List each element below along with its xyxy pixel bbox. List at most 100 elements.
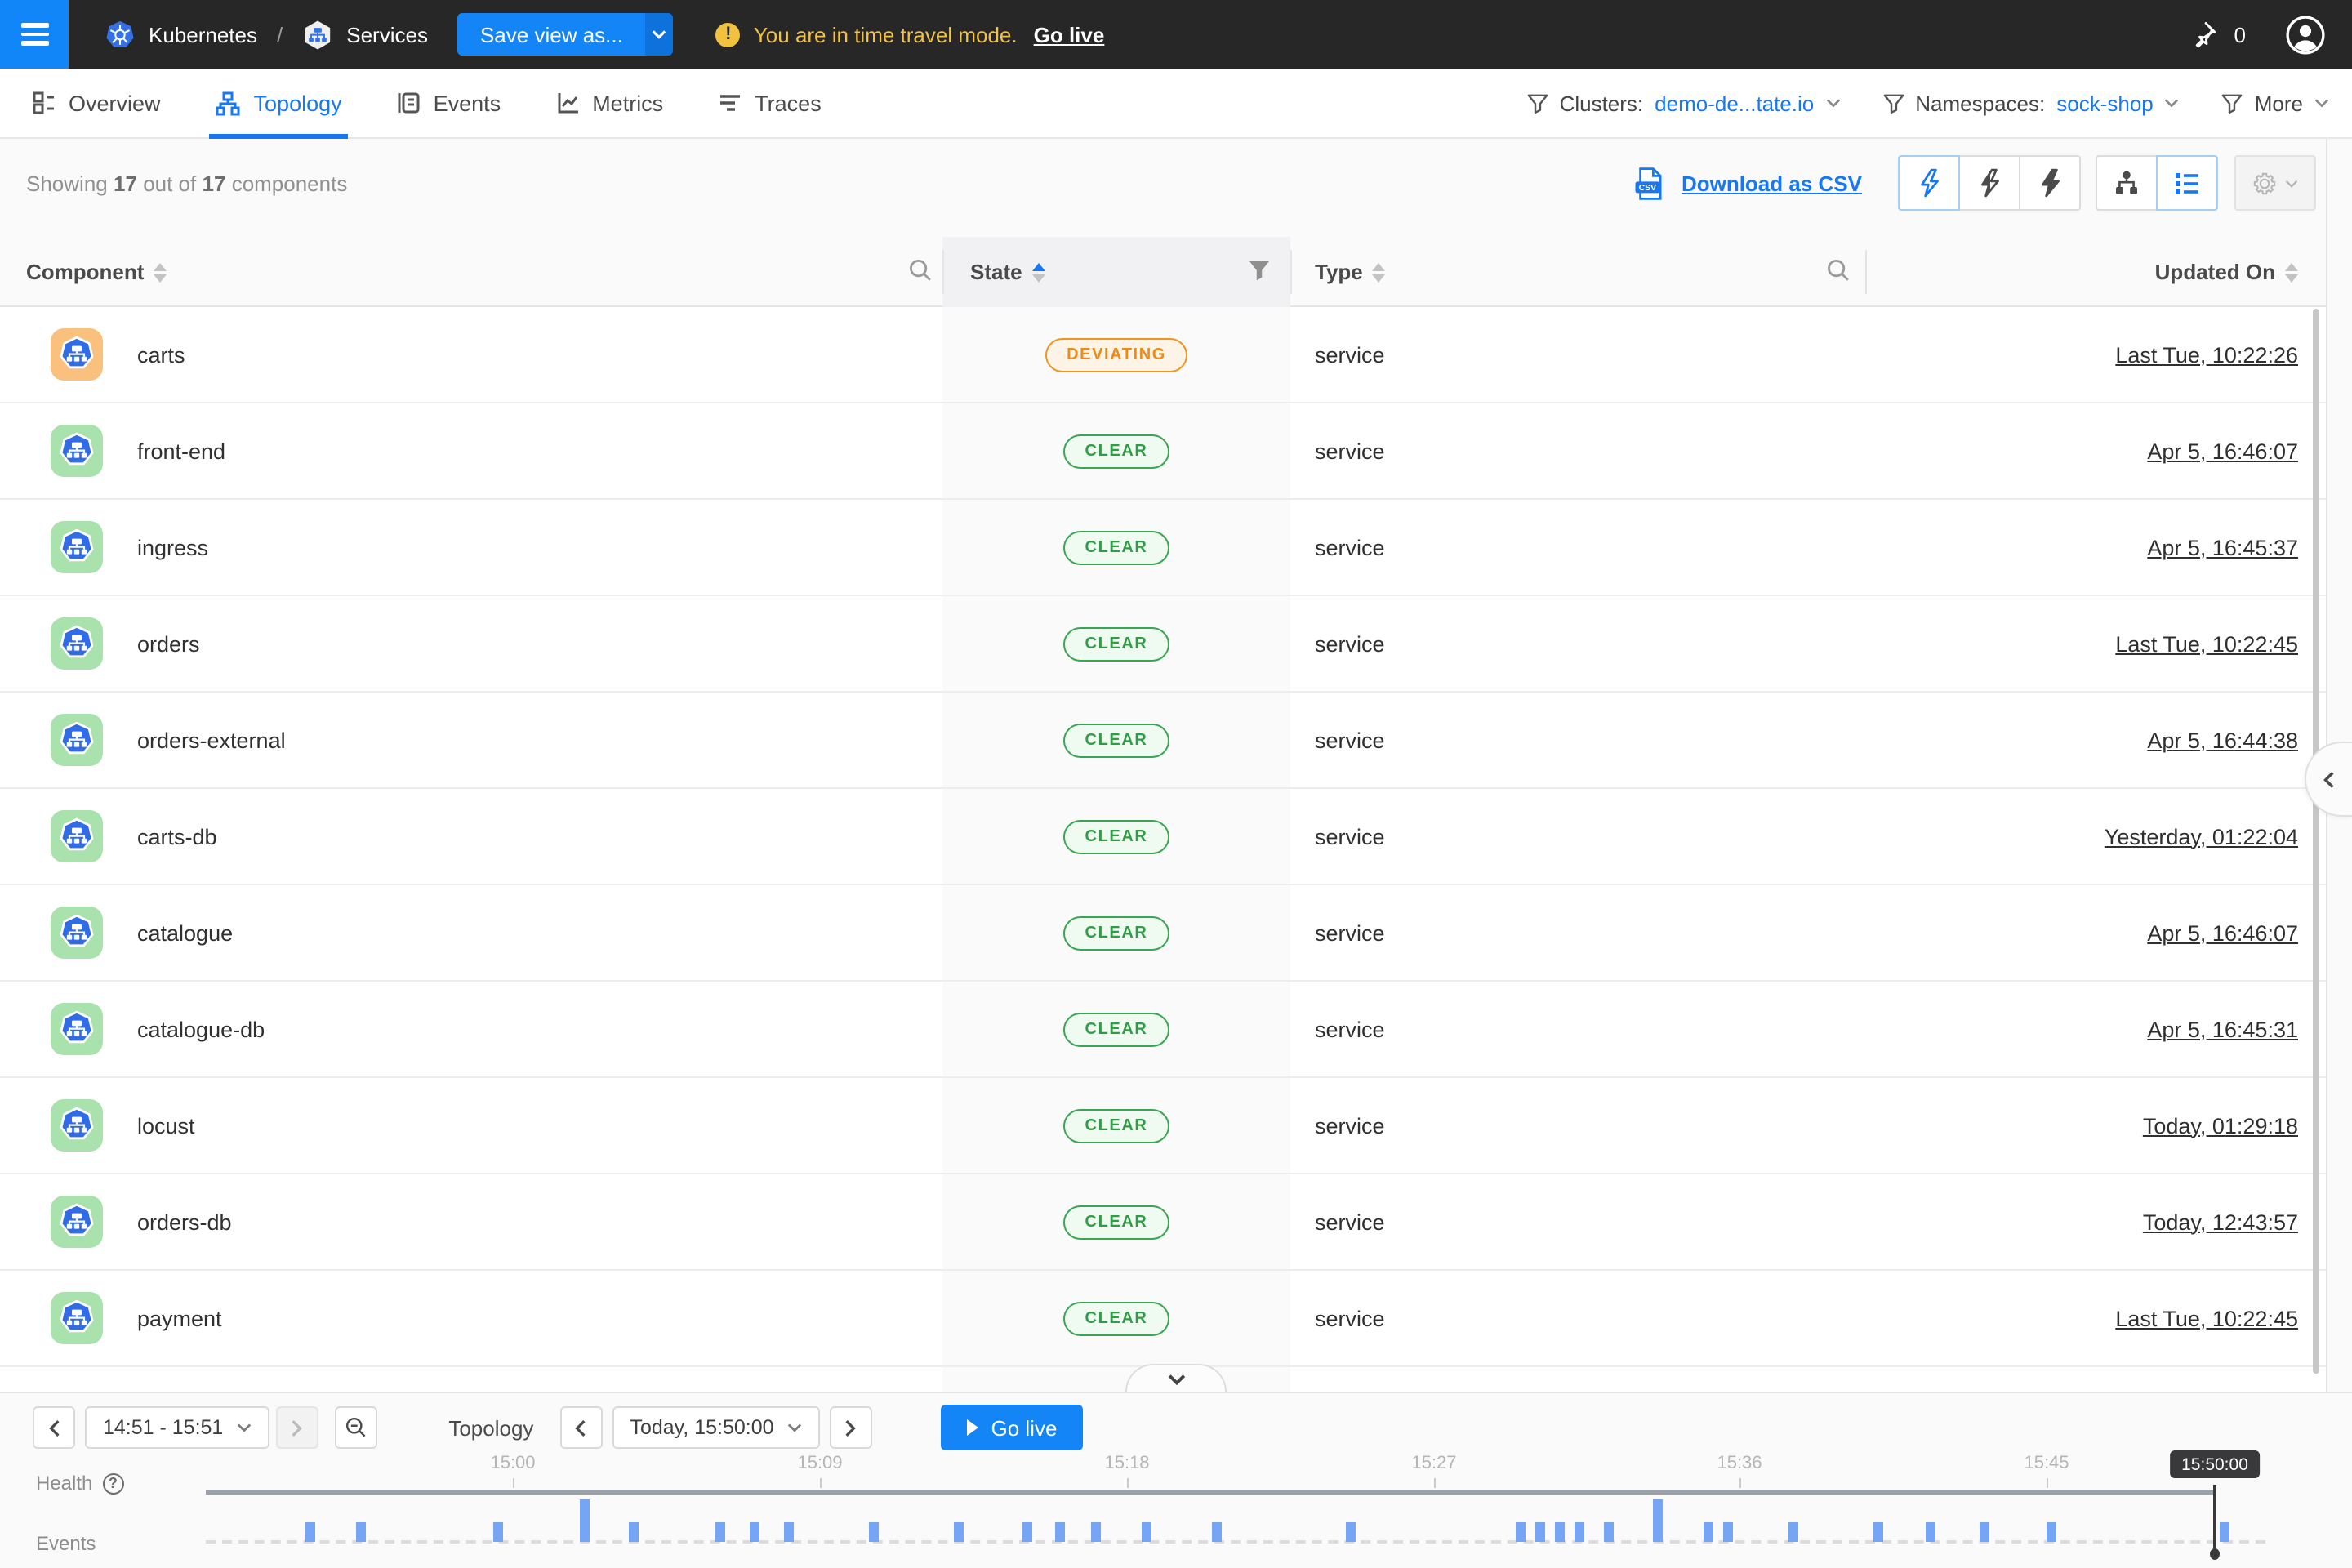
clusters-filter[interactable]: Clusters: demo-de...tate.io <box>1527 91 1841 115</box>
lightning-outline-button[interactable] <box>1898 155 1960 211</box>
table-row[interactable]: orders-externalCLEARserviceApr 5, 16:44:… <box>0 693 2326 789</box>
go-live-button[interactable]: Go live <box>941 1405 1084 1450</box>
zoom-out-button[interactable] <box>334 1406 376 1449</box>
updated-on-link[interactable]: Today, 01:29:18 <box>2143 1078 2298 1173</box>
event-bar[interactable] <box>1980 1522 1989 1542</box>
sort-icon[interactable] <box>1373 262 1386 282</box>
namespaces-value[interactable]: sock-shop <box>2056 91 2154 115</box>
event-bar[interactable] <box>1653 1499 1663 1542</box>
updated-on-link[interactable]: Last Tue, 10:22:26 <box>2115 307 2298 402</box>
state-filter-icon[interactable] <box>1248 260 1271 291</box>
event-bar[interactable] <box>1788 1522 1798 1542</box>
updated-on-link[interactable]: Apr 5, 16:46:07 <box>2147 403 2298 498</box>
event-bar[interactable] <box>784 1522 794 1542</box>
event-bar[interactable] <box>629 1522 639 1542</box>
updated-on-link[interactable]: Last Tue, 10:22:45 <box>2115 596 2298 691</box>
table-row[interactable]: locustCLEARserviceToday, 01:29:18 <box>0 1078 2326 1174</box>
playhead-forward-button[interactable] <box>830 1406 872 1449</box>
event-bar[interactable] <box>356 1522 366 1542</box>
table-row[interactable]: orders-dbCLEARserviceToday, 12:43:57 <box>0 1174 2326 1271</box>
breadcrumb-kubernetes[interactable]: Kubernetes <box>149 22 257 47</box>
event-bar[interactable] <box>2220 1522 2230 1542</box>
event-bar[interactable] <box>869 1522 879 1542</box>
table-scrollbar[interactable] <box>2313 309 2319 1374</box>
playhead-time-flag[interactable]: 15:50:00 <box>2170 1450 2260 1478</box>
tab-topology[interactable]: Topology <box>216 68 342 138</box>
event-bar[interactable] <box>305 1522 315 1542</box>
updated-on-link[interactable]: Apr 5, 16:46:07 <box>2147 885 2298 980</box>
time-range-dropdown[interactable]: 14:51 - 15:51 <box>85 1406 269 1449</box>
pin-icon[interactable] <box>2189 20 2218 49</box>
search-icon[interactable] <box>1826 258 1851 291</box>
event-bar[interactable] <box>750 1522 760 1542</box>
more-filters[interactable]: More <box>2222 91 2329 115</box>
updated-on-link[interactable]: Yesterday, 01:22:04 <box>2105 789 2298 884</box>
event-bar[interactable] <box>1212 1522 1222 1542</box>
updated-on-link[interactable]: Apr 5, 16:45:31 <box>2147 982 2298 1076</box>
lightning-filled-button[interactable] <box>2019 155 2081 211</box>
download-csv-button[interactable]: CSV Download as CSV <box>1634 166 1862 200</box>
column-header-type[interactable]: Type <box>1315 237 1386 307</box>
table-row[interactable]: ingressCLEARserviceApr 5, 16:45:37 <box>0 500 2326 596</box>
updated-on-link[interactable]: Today, 12:43:57 <box>2143 1174 2298 1269</box>
event-bar[interactable] <box>580 1499 590 1542</box>
table-row[interactable]: catalogueCLEARserviceApr 5, 16:46:07 <box>0 885 2326 982</box>
event-bar[interactable] <box>1604 1522 1614 1542</box>
topology-view-button[interactable] <box>2096 155 2158 211</box>
updated-on-link[interactable]: Last Tue, 10:22:45 <box>2115 1271 2298 1365</box>
help-icon[interactable]: ? <box>102 1472 123 1494</box>
table-row[interactable]: catalogue-dbCLEARserviceApr 5, 16:45:31 <box>0 982 2326 1078</box>
event-bar[interactable] <box>1873 1522 1883 1542</box>
sort-icon-ascending[interactable] <box>1032 262 1045 282</box>
settings-button[interactable] <box>2234 155 2316 211</box>
event-bar[interactable] <box>1142 1522 1152 1542</box>
go-live-link[interactable]: Go live <box>1034 22 1105 47</box>
tab-traces[interactable]: Traces <box>719 68 822 138</box>
playhead-dot[interactable] <box>2210 1548 2220 1560</box>
namespaces-filter[interactable]: Namespaces: sock-shop <box>1882 91 2179 115</box>
event-bar[interactable] <box>1535 1522 1545 1542</box>
playhead-line[interactable] <box>2214 1485 2216 1550</box>
table-row[interactable]: ordersCLEARserviceLast Tue, 10:22:45 <box>0 596 2326 693</box>
clusters-value[interactable]: demo-de...tate.io <box>1655 91 1814 115</box>
tab-events[interactable]: Events <box>398 68 501 138</box>
sort-icon[interactable] <box>154 262 167 282</box>
search-icon[interactable] <box>908 258 933 291</box>
column-header-updated-on[interactable]: Updated On <box>2155 237 2298 307</box>
playhead-back-button[interactable] <box>559 1406 602 1449</box>
updated-on-link[interactable]: Apr 5, 16:45:37 <box>2147 500 2298 595</box>
column-header-state[interactable]: State <box>970 237 1045 307</box>
playhead-datetime-dropdown[interactable]: Today, 15:50:00 <box>612 1406 819 1449</box>
save-view-as-label[interactable]: Save view as... <box>457 13 646 56</box>
updated-on-link[interactable]: Apr 5, 16:44:38 <box>2147 693 2298 787</box>
download-csv-label[interactable]: Download as CSV <box>1682 171 1862 195</box>
event-bar[interactable] <box>1022 1522 1032 1542</box>
sort-icon[interactable] <box>2285 262 2298 282</box>
event-bar[interactable] <box>1091 1522 1101 1542</box>
events-timeline-baseline[interactable] <box>206 1540 2265 1544</box>
column-header-component[interactable]: Component <box>26 237 167 307</box>
event-bar[interactable] <box>1516 1522 1526 1542</box>
health-timeline-bar[interactable] <box>206 1490 2215 1494</box>
table-row[interactable]: front-endCLEARserviceApr 5, 16:46:07 <box>0 403 2326 500</box>
tab-metrics[interactable]: Metrics <box>556 68 663 138</box>
save-view-as-button[interactable]: Save view as... <box>457 13 674 56</box>
event-bar[interactable] <box>493 1522 503 1542</box>
table-row[interactable]: paymentCLEARserviceLast Tue, 10:22:45 <box>0 1271 2326 1367</box>
event-bar[interactable] <box>1723 1522 1733 1542</box>
lightning-half-filled-button[interactable] <box>1958 155 2020 211</box>
tab-overview[interactable]: Overview <box>33 68 161 138</box>
collapse-table-tab[interactable] <box>1125 1364 1227 1392</box>
event-bar[interactable] <box>1055 1522 1065 1542</box>
list-view-button[interactable] <box>2156 155 2218 211</box>
event-bar[interactable] <box>1575 1522 1584 1542</box>
event-bar[interactable] <box>954 1522 964 1542</box>
table-row[interactable]: cartsDEVIATINGserviceLast Tue, 10:22:26 <box>0 307 2326 403</box>
range-back-button[interactable] <box>33 1406 75 1449</box>
event-bar[interactable] <box>2047 1522 2056 1542</box>
event-bar[interactable] <box>1704 1522 1713 1542</box>
hamburger-menu-icon[interactable] <box>0 0 69 69</box>
breadcrumb-services[interactable]: Services <box>346 22 428 47</box>
event-bar[interactable] <box>1555 1522 1565 1542</box>
table-row[interactable]: carts-dbCLEARserviceYesterday, 01:22:04 <box>0 789 2326 885</box>
